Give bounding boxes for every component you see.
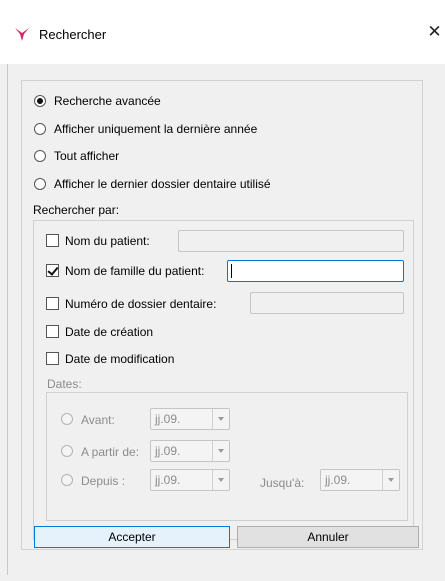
checkbox[interactable] — [46, 234, 59, 247]
window-title: Rechercher — [39, 27, 107, 42]
checkbox-label: Date de création — [65, 325, 154, 339]
chevron-down-icon[interactable] — [212, 409, 229, 429]
radio-button[interactable] — [61, 474, 73, 486]
close-icon[interactable]: ✕ — [424, 20, 445, 44]
radio-label: Avant: — [81, 413, 115, 427]
until-label: Jusqu'à: — [260, 476, 305, 490]
radio-button[interactable] — [34, 95, 46, 107]
date-until-combo[interactable]: jj.09. — [320, 469, 400, 491]
title-bar: Rechercher ✕ — [0, 0, 445, 64]
dialog-border — [7, 64, 8, 575]
chevron-down-icon[interactable] — [382, 470, 399, 490]
checkbox-label: Nom de famille du patient: — [65, 264, 205, 278]
dates-label: Dates: — [47, 377, 82, 391]
radio-label: Recherche avancée — [54, 94, 161, 108]
combo-value: jj.09. — [325, 473, 351, 487]
radio-label: A partir de: — [81, 445, 140, 459]
checkbox-label: Nom du patient: — [65, 234, 150, 248]
checkbox-label: Date de modification — [65, 352, 175, 366]
checkbox[interactable] — [46, 297, 59, 310]
radio-label: Afficher uniquement la dernière année — [54, 122, 258, 136]
checkbox[interactable] — [46, 352, 59, 365]
radio-button[interactable] — [34, 178, 46, 190]
chevron-down-icon[interactable] — [212, 441, 229, 461]
app-logo-icon — [15, 28, 29, 41]
combo-value: jj.09. — [155, 444, 181, 458]
cancel-button[interactable]: Annuler — [237, 526, 419, 548]
checkbox[interactable] — [46, 264, 59, 277]
patient-name-input[interactable] — [178, 230, 404, 252]
radio-label: Depuis : — [81, 474, 126, 488]
date-from-combo[interactable]: jj.09. — [150, 440, 230, 462]
radio-label: Afficher le dernier dossier dentaire uti… — [54, 177, 271, 191]
patient-surname-input[interactable] — [227, 260, 404, 282]
chevron-down-icon[interactable] — [212, 470, 229, 490]
checkbox[interactable] — [46, 325, 59, 338]
date-since-combo[interactable]: jj.09. — [150, 469, 230, 491]
combo-value: jj.09. — [155, 412, 181, 426]
dental-record-number-input[interactable] — [250, 292, 404, 314]
radio-button[interactable] — [61, 445, 73, 457]
checkbox-label: Numéro de dossier dentaire: — [65, 297, 217, 311]
radio-button[interactable] — [61, 413, 73, 425]
date-before-combo[interactable]: jj.09. — [150, 408, 230, 430]
radio-label: Tout afficher — [54, 149, 120, 163]
combo-value: jj.09. — [155, 473, 181, 487]
text-caret — [231, 264, 232, 278]
accept-button[interactable]: Accepter — [34, 526, 230, 548]
search-by-label: Rechercher par: — [33, 203, 120, 217]
radio-button[interactable] — [34, 123, 46, 135]
radio-button[interactable] — [34, 150, 46, 162]
